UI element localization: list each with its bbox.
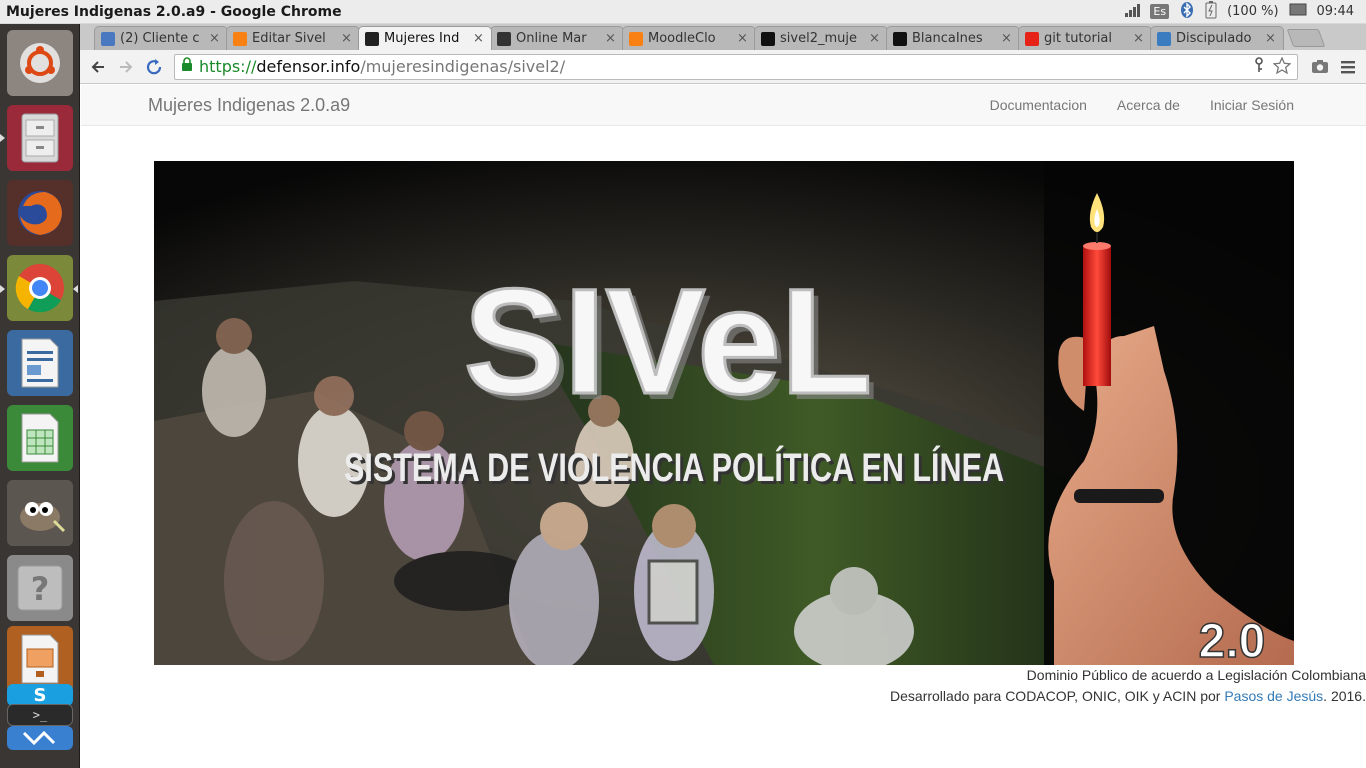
url-path: /mujeresindigenas/sivel2/ — [360, 57, 566, 76]
tab-close-icon[interactable]: × — [473, 31, 485, 46]
impress-icon[interactable] — [7, 626, 73, 692]
svg-text:?: ? — [31, 570, 50, 608]
tab-close-icon[interactable]: × — [209, 31, 221, 46]
menu-icon[interactable] — [1334, 53, 1362, 81]
tab-favicon-icon — [1157, 31, 1171, 46]
footer-credits-suffix: . 2016. — [1323, 688, 1366, 704]
tab-favicon-icon — [101, 31, 115, 46]
key-icon[interactable] — [1253, 56, 1265, 78]
tab-close-icon[interactable]: × — [869, 31, 881, 46]
new-tab-button[interactable] — [1286, 29, 1326, 47]
web-page: Mujeres Indigenas 2.0.a9 Documentacion A… — [81, 85, 1366, 768]
nav-iniciar-sesion[interactable]: Iniciar Sesión — [1210, 97, 1294, 113]
running-indicator — [0, 134, 5, 142]
footer-credits-prefix: Desarrollado para CODACOP, ONIC, OIK y A… — [890, 688, 1225, 704]
tab-label: Mujeres Ind — [384, 31, 460, 46]
tab-label: MoodleClo — [648, 31, 716, 46]
tab-favicon-icon — [761, 31, 775, 46]
tab-8[interactable]: Discipulado × — [1150, 26, 1284, 50]
tab-3[interactable]: Online Mar × — [490, 26, 624, 50]
ubuntu-dash-icon[interactable] — [7, 30, 73, 96]
tab-favicon-icon — [233, 31, 247, 46]
tab-favicon-icon — [497, 31, 511, 46]
tab-0[interactable]: (2) Cliente c × — [94, 26, 228, 50]
tab-label: Editar Sivel — [252, 31, 326, 46]
tab-favicon-icon — [893, 31, 907, 46]
chrome-icon[interactable] — [7, 255, 73, 321]
clock[interactable]: 09:44 — [1317, 4, 1354, 19]
banner-version: 2.0 — [1199, 615, 1266, 665]
footer-author-link[interactable]: Pasos de Jesús — [1224, 688, 1323, 704]
camera-icon[interactable] — [1306, 53, 1334, 81]
site-nav-links: Documentacion Acerca de Iniciar Sesión — [990, 97, 1294, 113]
sivel-banner-image: SIVeL SIVeL SISTEMA DE VIOLENCIA POLÍTIC… — [154, 161, 1294, 665]
tab-6[interactable]: BlancaInes × — [886, 26, 1020, 50]
back-button[interactable] — [84, 53, 112, 81]
tab-strip: (2) Cliente c × Editar Sivel × Mujeres Ind × O… — [80, 24, 1366, 50]
calc-icon[interactable] — [7, 405, 73, 471]
display-icon[interactable] — [1289, 3, 1307, 21]
address-bar[interactable]: https://defensor.info/mujeresindigenas/s… — [174, 53, 1298, 80]
battery-icon[interactable] — [1205, 0, 1217, 23]
tab-7[interactable]: git tutorial × — [1018, 26, 1152, 50]
tab-favicon-icon — [365, 31, 379, 46]
unity-launcher: ? S >_ — [0, 24, 80, 768]
tab-1[interactable]: Editar Sivel × — [226, 26, 360, 50]
site-brand[interactable]: Mujeres Indigenas 2.0.a9 — [148, 95, 350, 116]
lock-icon — [181, 57, 193, 76]
tab-close-icon[interactable]: × — [341, 31, 353, 46]
tab-close-icon[interactable]: × — [1133, 31, 1145, 46]
bookmark-star-icon[interactable] — [1272, 55, 1292, 78]
tab-label: Online Mar — [516, 31, 587, 46]
battery-percentage: (100 %) — [1227, 4, 1279, 19]
tab-5[interactable]: sivel2_muje × — [754, 26, 888, 50]
writer-icon[interactable] — [7, 330, 73, 396]
reload-button[interactable] — [140, 53, 168, 81]
running-indicator — [0, 285, 5, 293]
tab-label: git tutorial — [1044, 31, 1113, 46]
network-icon[interactable] — [1124, 2, 1141, 22]
window-title: Mujeres Indigenas 2.0.a9 - Google Chrome — [6, 3, 342, 20]
forward-button[interactable] — [112, 53, 140, 81]
tab-label: (2) Cliente c — [120, 31, 200, 46]
page-footer: Dominio Público de acuerdo a Legislación… — [890, 665, 1366, 707]
keyboard-layout-indicator[interactable]: Es — [1150, 4, 1170, 19]
focused-indicator — [73, 285, 78, 293]
system-top-bar: Mujeres Indigenas 2.0.a9 - Google Chrome… — [0, 0, 1366, 24]
gimp-icon[interactable] — [7, 480, 73, 546]
terminal-icon[interactable]: >_ — [7, 704, 73, 726]
tab-label: BlancaInes — [912, 31, 983, 46]
tab-close-icon[interactable]: × — [1001, 31, 1013, 46]
tab-4[interactable]: MoodleClo × — [622, 26, 756, 50]
tab-label: Discipulado — [1176, 31, 1252, 46]
footer-credits: Desarrollado para CODACOP, ONIC, OIK y A… — [890, 686, 1366, 707]
tab-close-icon[interactable]: × — [1265, 31, 1277, 46]
site-navbar: Mujeres Indigenas 2.0.a9 Documentacion A… — [81, 85, 1366, 126]
url-host: defensor.info — [256, 57, 361, 76]
tab-close-icon[interactable]: × — [605, 31, 617, 46]
system-tray: Es (100 %) 09:44 — [1124, 0, 1366, 23]
banner-logo-text: SIVeL — [464, 257, 873, 425]
nav-acerca-de[interactable]: Acerca de — [1117, 97, 1180, 113]
bluetooth-icon[interactable] — [1179, 1, 1195, 23]
url-scheme: https:// — [199, 57, 257, 76]
help-icon[interactable]: ? — [7, 555, 73, 621]
skype-icon[interactable]: S — [7, 684, 73, 706]
tab-favicon-icon — [1025, 31, 1039, 46]
banner-subtitle-text: SISTEMA DE VIOLENCIA POLÍTICA EN LÍNEA — [344, 445, 1004, 490]
browser-toolbar: https://defensor.info/mujeresindigenas/s… — [80, 50, 1366, 84]
tab-label: sivel2_muje — [780, 31, 857, 46]
tab-favicon-icon — [629, 31, 643, 46]
banner-graphic: SIVeL SIVeL SISTEMA DE VIOLENCIA POLÍTIC… — [154, 161, 1294, 665]
firefox-icon[interactable] — [7, 180, 73, 246]
footer-license: Dominio Público de acuerdo a Legislación… — [1026, 667, 1366, 683]
files-icon[interactable] — [7, 105, 73, 171]
nav-documentacion[interactable]: Documentacion — [990, 97, 1087, 113]
tab-close-icon[interactable]: × — [737, 31, 749, 46]
vscode-icon[interactable] — [7, 726, 73, 750]
tab-2[interactable]: Mujeres Ind × — [358, 26, 492, 50]
